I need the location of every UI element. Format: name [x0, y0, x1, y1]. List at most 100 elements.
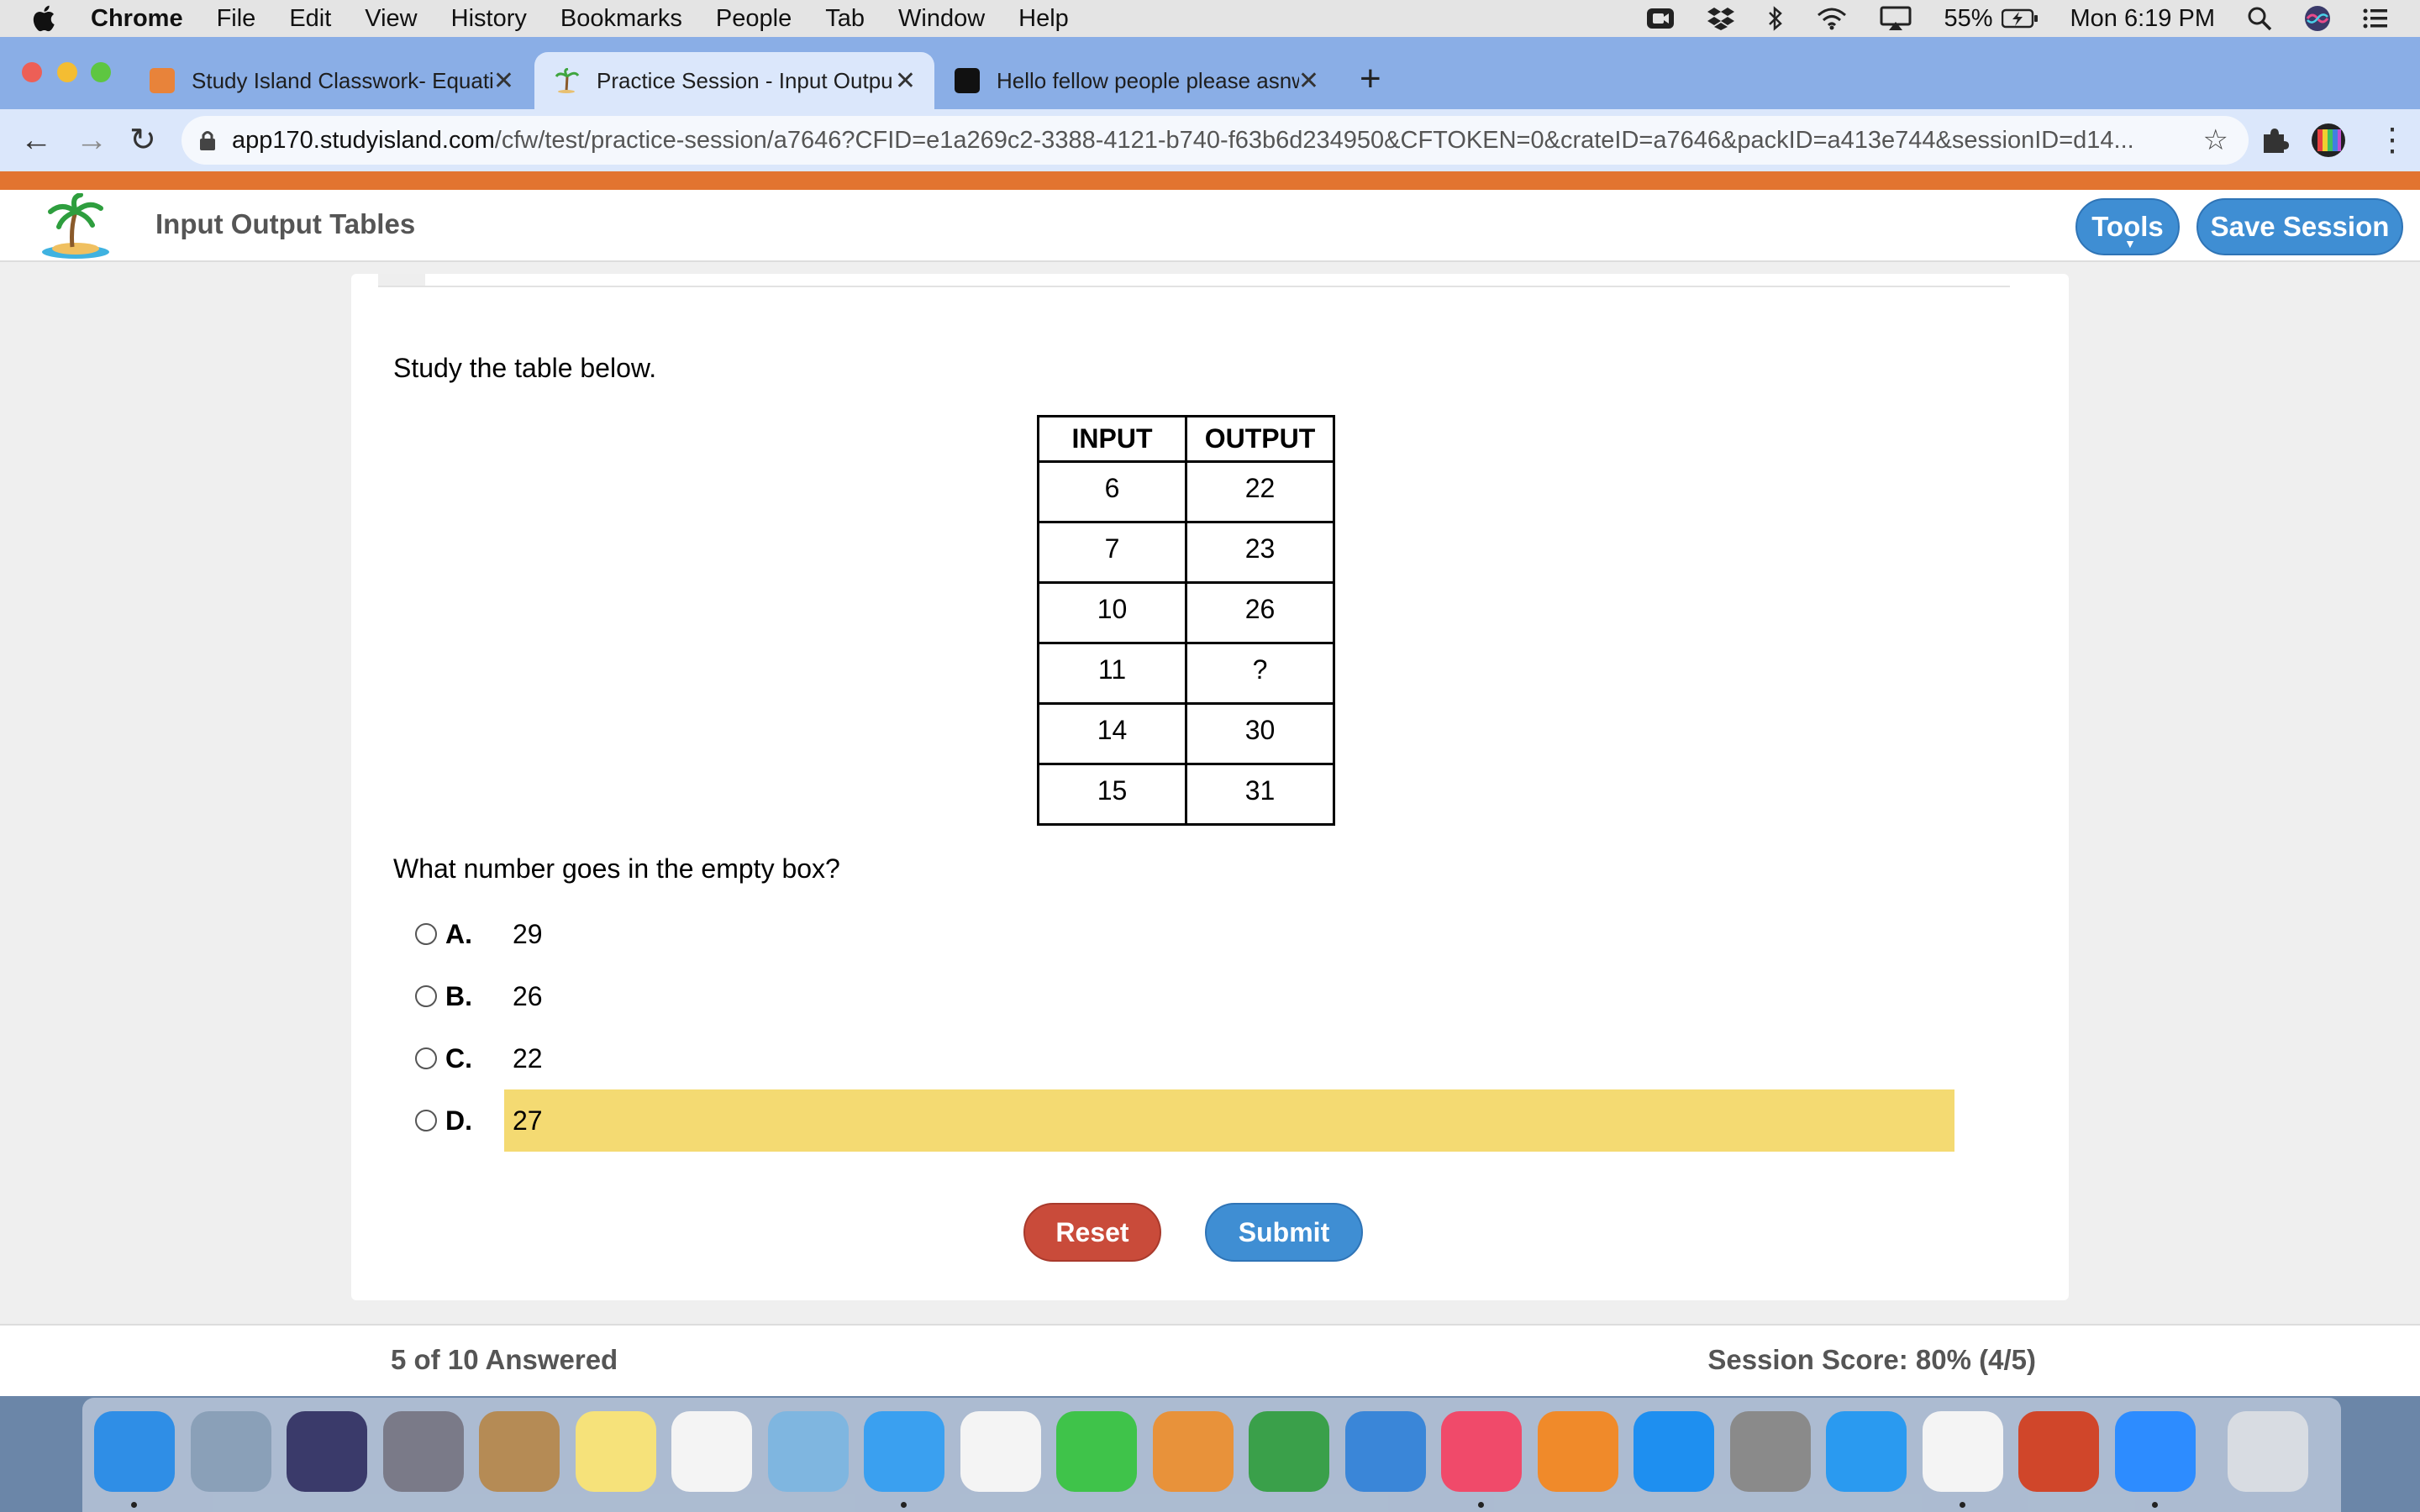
reset-button[interactable]: Reset: [1023, 1203, 1161, 1262]
app-store-icon[interactable]: [1634, 1411, 1714, 1492]
siri-icon[interactable]: [287, 1411, 367, 1492]
answer-option-c[interactable]: C. 22: [415, 1027, 1954, 1089]
menu-bookmarks[interactable]: Bookmarks: [560, 5, 682, 33]
page-title: Input Output Tables: [155, 208, 416, 239]
save-session-button[interactable]: Save Session: [2196, 198, 2403, 255]
launchpad-icon[interactable]: [382, 1411, 464, 1492]
lock-icon[interactable]: [198, 129, 217, 151]
minimize-window-button[interactable]: [57, 62, 77, 82]
answer-option-d[interactable]: D. 27: [415, 1089, 1954, 1152]
zoom-window-button[interactable]: [91, 62, 111, 82]
music-icon[interactable]: [1441, 1411, 1522, 1492]
menu-edit[interactable]: Edit: [289, 5, 331, 33]
input-cell: 10: [1037, 581, 1187, 644]
study-island-logo[interactable]: [37, 193, 113, 260]
zoom-icon[interactable]: [2114, 1411, 2196, 1492]
bluetooth-icon[interactable]: [1767, 5, 1784, 32]
profile-avatar[interactable]: [2311, 123, 2346, 164]
tab-practice-session[interactable]: Practice Session - Input Outpu ✕: [534, 52, 934, 109]
dropbox-icon[interactable]: [1707, 6, 1735, 31]
output-cell: 31: [1185, 763, 1335, 826]
table-row: 15 31: [1037, 763, 1335, 826]
radio-button-c[interactable]: [415, 1047, 437, 1069]
menu-tab[interactable]: Tab: [825, 5, 865, 33]
photos-icon[interactable]: [960, 1411, 1041, 1492]
maps-icon[interactable]: [767, 1411, 849, 1492]
radio-button-a[interactable]: [415, 923, 437, 945]
brand-stripe: [0, 171, 2420, 190]
output-cell: 22: [1185, 460, 1335, 523]
question-prompt: Study the table below.: [393, 353, 657, 383]
notes-icon[interactable]: [575, 1411, 656, 1492]
notification-center-icon[interactable]: [2363, 8, 2388, 29]
session-score: Session Score: 80% (4/5): [1707, 1344, 2036, 1375]
chrome-menu-icon[interactable]: ⋮: [2376, 124, 2408, 156]
close-window-button[interactable]: [22, 62, 42, 82]
keynote-icon[interactable]: [1344, 1411, 1426, 1492]
back-arrow-icon[interactable]: ←: [20, 124, 52, 156]
siri-menu-icon[interactable]: [2304, 5, 2331, 32]
table-row: 11?: [1037, 642, 1335, 705]
new-tab-icon[interactable]: +: [1360, 60, 1381, 97]
close-tab-icon[interactable]: ✕: [493, 66, 514, 96]
forward-arrow-icon[interactable]: →: [76, 124, 108, 156]
card-divider: [378, 286, 2010, 287]
airplay-icon[interactable]: [1880, 6, 1912, 31]
output-cell: ?: [1185, 642, 1335, 705]
camera-status-icon[interactable]: [1646, 7, 1675, 30]
numbers-icon[interactable]: [1249, 1411, 1329, 1492]
menu-help[interactable]: Help: [1018, 5, 1069, 33]
tab-study-island-classwork[interactable]: Study Island Classwork- Equati ✕: [129, 52, 533, 109]
running-indicator: [901, 1502, 907, 1508]
address-bar[interactable]: app170.studyisland.com/cfw/test/practice…: [182, 116, 2249, 165]
apple-icon[interactable]: [30, 3, 60, 34]
answer-option-a[interactable]: A. 29: [415, 903, 1954, 965]
input-cell: 15: [1037, 763, 1187, 826]
column-header-output: OUTPUT: [1185, 415, 1335, 463]
menu-view[interactable]: View: [365, 5, 417, 33]
menu-app-name[interactable]: Chrome: [91, 5, 183, 33]
messages-icon[interactable]: [864, 1411, 944, 1492]
table-row: 6 22: [1037, 460, 1335, 523]
system-preferences-icon[interactable]: [1729, 1411, 1811, 1492]
spotlight-search-icon[interactable]: [2247, 6, 2272, 31]
reload-icon[interactable]: ↻: [129, 124, 156, 156]
facetime-icon[interactable]: [1056, 1411, 1137, 1492]
wifi-icon[interactable]: [1816, 7, 1848, 30]
mail-icon[interactable]: [190, 1411, 271, 1492]
safari-icon[interactable]: [1826, 1411, 1907, 1492]
close-tab-icon[interactable]: ✕: [895, 66, 916, 96]
option-value[interactable]: 29: [504, 903, 1954, 965]
option-letter: B.: [445, 980, 472, 1011]
menu-file[interactable]: File: [217, 5, 256, 33]
clock[interactable]: Mon 6:19 PM: [2070, 5, 2215, 33]
answer-option-b[interactable]: B. 26: [415, 965, 1954, 1027]
menu-people[interactable]: People: [716, 5, 792, 33]
trash-icon[interactable]: [2228, 1411, 2308, 1492]
table-row: 10 26: [1037, 581, 1335, 644]
close-tab-icon[interactable]: ✕: [1298, 66, 1319, 96]
powerpoint-icon[interactable]: [2018, 1411, 2099, 1492]
pages-icon[interactable]: [1152, 1411, 1234, 1492]
radio-button-b[interactable]: [415, 985, 437, 1007]
submit-button[interactable]: Submit: [1205, 1203, 1363, 1262]
chrome-icon[interactable]: [1922, 1411, 2003, 1492]
contacts-icon[interactable]: [479, 1411, 560, 1492]
extensions-puzzle-icon[interactable]: [2260, 126, 2289, 160]
bookmark-star-icon[interactable]: ☆: [2203, 123, 2228, 157]
radio-button-d[interactable]: [415, 1110, 437, 1131]
books-icon[interactable]: [1537, 1411, 1618, 1492]
option-value-highlighted[interactable]: 27: [504, 1089, 1954, 1152]
running-indicator: [131, 1502, 137, 1508]
reminders-icon[interactable]: [671, 1411, 752, 1492]
output-cell: 26: [1185, 581, 1335, 644]
tools-button[interactable]: Tools ▼: [2075, 198, 2180, 255]
option-value[interactable]: 26: [504, 965, 1954, 1027]
battery-status[interactable]: 55%: [1944, 5, 2038, 33]
tab-brainly-question[interactable]: Hello fellow people please asnw ✕: [934, 52, 1338, 109]
menu-window[interactable]: Window: [898, 5, 985, 33]
finder-icon[interactable]: [94, 1411, 175, 1492]
menu-history[interactable]: History: [451, 5, 527, 33]
column-header-input: INPUT: [1037, 415, 1187, 463]
option-value[interactable]: 22: [504, 1027, 1954, 1089]
